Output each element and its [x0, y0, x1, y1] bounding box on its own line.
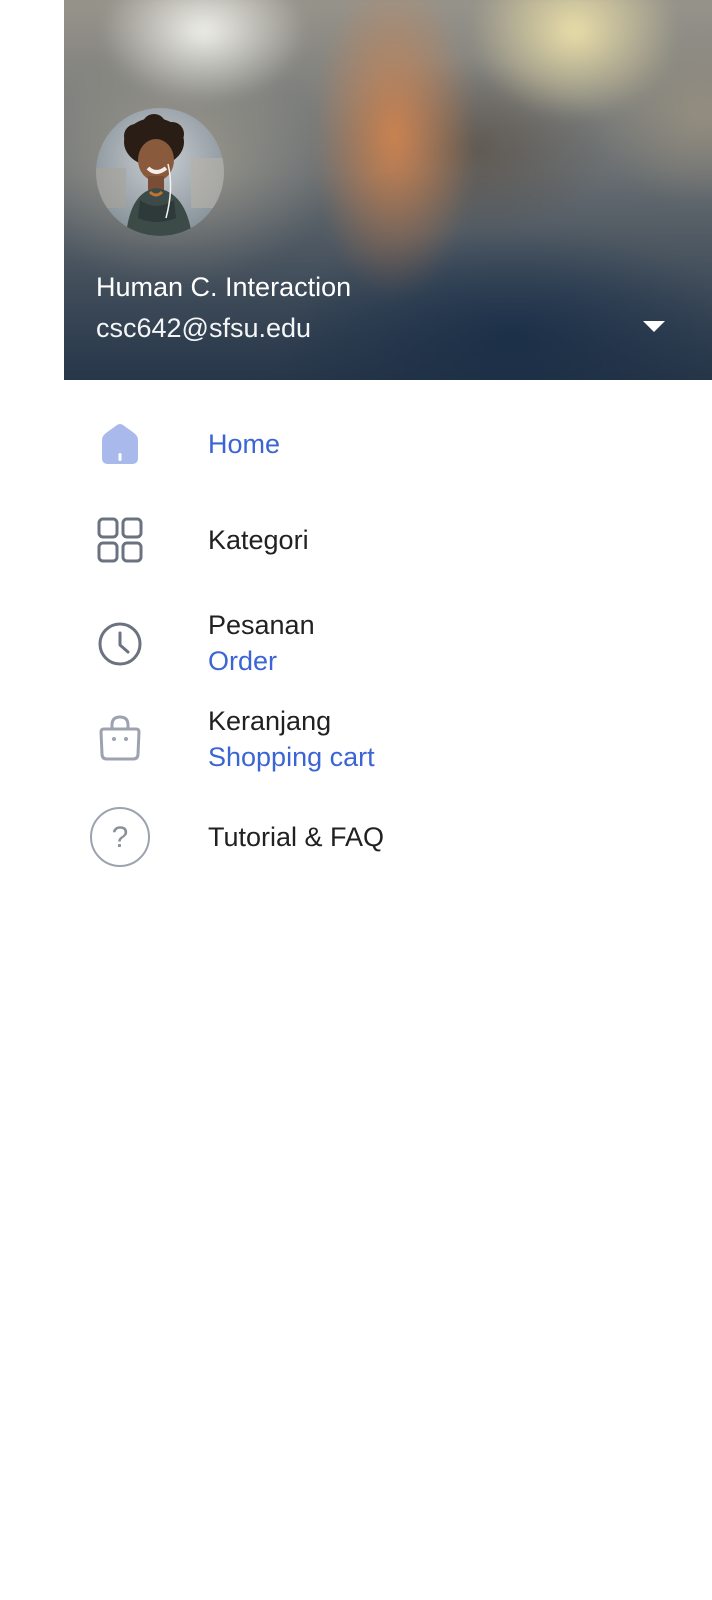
- drawer-header: Human C. Interaction csc642@sfsu.edu: [64, 0, 712, 380]
- app-screen: Human C. Interaction csc642@sfsu.edu Hom…: [0, 0, 712, 1600]
- help-icon: ?: [88, 805, 152, 869]
- account-dropdown-toggle[interactable]: [639, 316, 669, 336]
- caret-down-icon: [643, 321, 665, 332]
- menu-item-kategori[interactable]: Kategori: [64, 500, 712, 580]
- menu-item-sublabel: Shopping cart: [208, 742, 375, 772]
- avatar[interactable]: [96, 108, 224, 236]
- menu-item-label: Kategori: [208, 525, 309, 555]
- menu-item-keranjang[interactable]: Keranjang Shopping cart: [64, 696, 712, 786]
- user-email: csc642@sfsu.edu: [96, 313, 312, 343]
- avatar-photo: [96, 108, 224, 236]
- menu-item-tutorial-faq[interactable]: ? Tutorial & FAQ: [64, 800, 712, 880]
- menu-item-label: Pesanan: [208, 610, 315, 640]
- menu-item-label: Home: [208, 429, 281, 459]
- navigation-drawer: Human C. Interaction csc642@sfsu.edu Hom…: [64, 0, 712, 1600]
- menu-item-label: Keranjang: [208, 706, 332, 736]
- grid-icon: [88, 508, 152, 572]
- user-name: Human C. Interaction: [96, 272, 352, 302]
- menu-item-home[interactable]: Home: [64, 404, 712, 484]
- menu-item-pesanan[interactable]: Pesanan Order: [64, 600, 712, 690]
- svg-text:?: ?: [112, 821, 129, 854]
- home-icon: [88, 412, 152, 476]
- clock-icon: [88, 612, 152, 676]
- scrim-area[interactable]: [0, 0, 64, 1600]
- menu-item-sublabel: Order: [208, 646, 278, 676]
- bag-icon: [88, 706, 152, 770]
- menu-item-label: Tutorial & FAQ: [208, 822, 385, 852]
